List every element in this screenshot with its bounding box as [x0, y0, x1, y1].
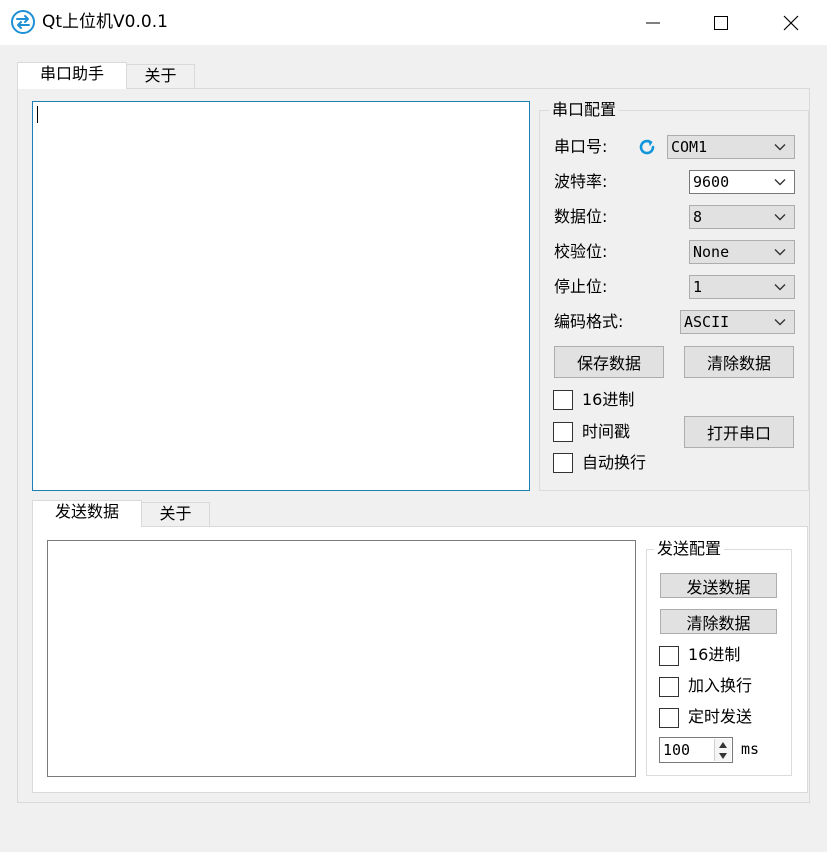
port-select[interactable]: COM1 [667, 135, 795, 159]
timestamp-checkbox-label: 时间戳 [582, 422, 631, 441]
stop-bits-select[interactable]: 1 [689, 275, 795, 299]
open-port-button[interactable]: 打开串口 [684, 416, 794, 448]
data-bits-value: 8 [693, 208, 703, 226]
clear-data-button[interactable]: 清除数据 [684, 346, 794, 378]
tab-about-bottom[interactable]: 关于 [141, 502, 210, 526]
receive-textarea[interactable] [32, 101, 530, 491]
autowrap-checkbox-label: 自动换行 [582, 453, 647, 472]
send-textarea[interactable] [47, 540, 636, 777]
save-data-button[interactable]: 保存数据 [554, 346, 664, 378]
port-value: COM1 [671, 138, 708, 156]
autowrap-checkbox[interactable] [553, 453, 573, 473]
encoding-label: 编码格式: [554, 312, 624, 331]
interval-spinbox[interactable]: 100 [659, 737, 733, 763]
spin-arrows [714, 739, 731, 761]
close-button[interactable] [762, 0, 820, 45]
tab-serial-assistant[interactable]: 串口助手 [17, 62, 127, 89]
parity-value: None [693, 243, 730, 261]
data-bits-select[interactable]: 8 [689, 205, 795, 229]
parity-label: 校验位: [554, 242, 608, 261]
stop-bits-label: 停止位: [554, 277, 608, 296]
serial-config-title: 串口配置 [549, 100, 620, 120]
refresh-icon[interactable] [636, 136, 658, 158]
minimize-button[interactable] [624, 0, 682, 45]
baud-label: 波特率: [554, 172, 608, 191]
window-title: Qt上位机V0.0.1 [42, 12, 168, 32]
chevron-down-icon [774, 214, 786, 221]
chevron-down-icon [774, 249, 786, 256]
timed-send-checkbox[interactable] [659, 708, 679, 728]
triangle-down-icon [719, 752, 727, 759]
spin-up-button[interactable] [715, 739, 731, 750]
timestamp-checkbox[interactable] [553, 422, 573, 442]
encoding-select[interactable]: ASCII [680, 310, 795, 334]
chevron-down-icon [774, 319, 786, 326]
chevron-down-icon [774, 284, 786, 291]
clear-send-button[interactable]: 清除数据 [660, 609, 777, 634]
tab-about[interactable]: 关于 [126, 64, 195, 88]
baud-value: 9600 [693, 173, 730, 191]
maximize-icon [714, 15, 728, 30]
send-hex-checkbox[interactable] [659, 646, 679, 666]
chevron-down-icon [774, 179, 786, 186]
maximize-button[interactable] [692, 0, 750, 45]
hex-checkbox-label: 16进制 [582, 390, 635, 409]
text-caret [37, 106, 38, 123]
add-newline-checkbox-label: 加入换行 [688, 676, 753, 695]
interval-unit: ms [741, 740, 760, 758]
close-icon [783, 15, 799, 30]
send-data-button[interactable]: 发送数据 [660, 573, 777, 598]
stop-bits-value: 1 [693, 278, 703, 296]
spin-down-button[interactable] [715, 750, 731, 761]
add-newline-checkbox[interactable] [659, 677, 679, 697]
port-label: 串口号: [554, 137, 608, 156]
baud-select[interactable]: 9600 [689, 170, 795, 194]
timed-send-checkbox-label: 定时发送 [688, 707, 753, 726]
minimize-icon [646, 22, 660, 23]
interval-value: 100 [663, 741, 691, 759]
data-bits-label: 数据位: [554, 207, 608, 226]
chevron-down-icon [774, 144, 786, 151]
send-hex-checkbox-label: 16进制 [688, 645, 741, 664]
send-config-title: 发送配置 [654, 539, 725, 559]
tab-send-data[interactable]: 发送数据 [32, 500, 142, 527]
serial-swap-icon [11, 10, 35, 34]
triangle-up-icon [719, 741, 727, 748]
hex-checkbox[interactable] [553, 390, 573, 410]
parity-select[interactable]: None [689, 240, 795, 264]
encoding-value: ASCII [684, 313, 730, 331]
